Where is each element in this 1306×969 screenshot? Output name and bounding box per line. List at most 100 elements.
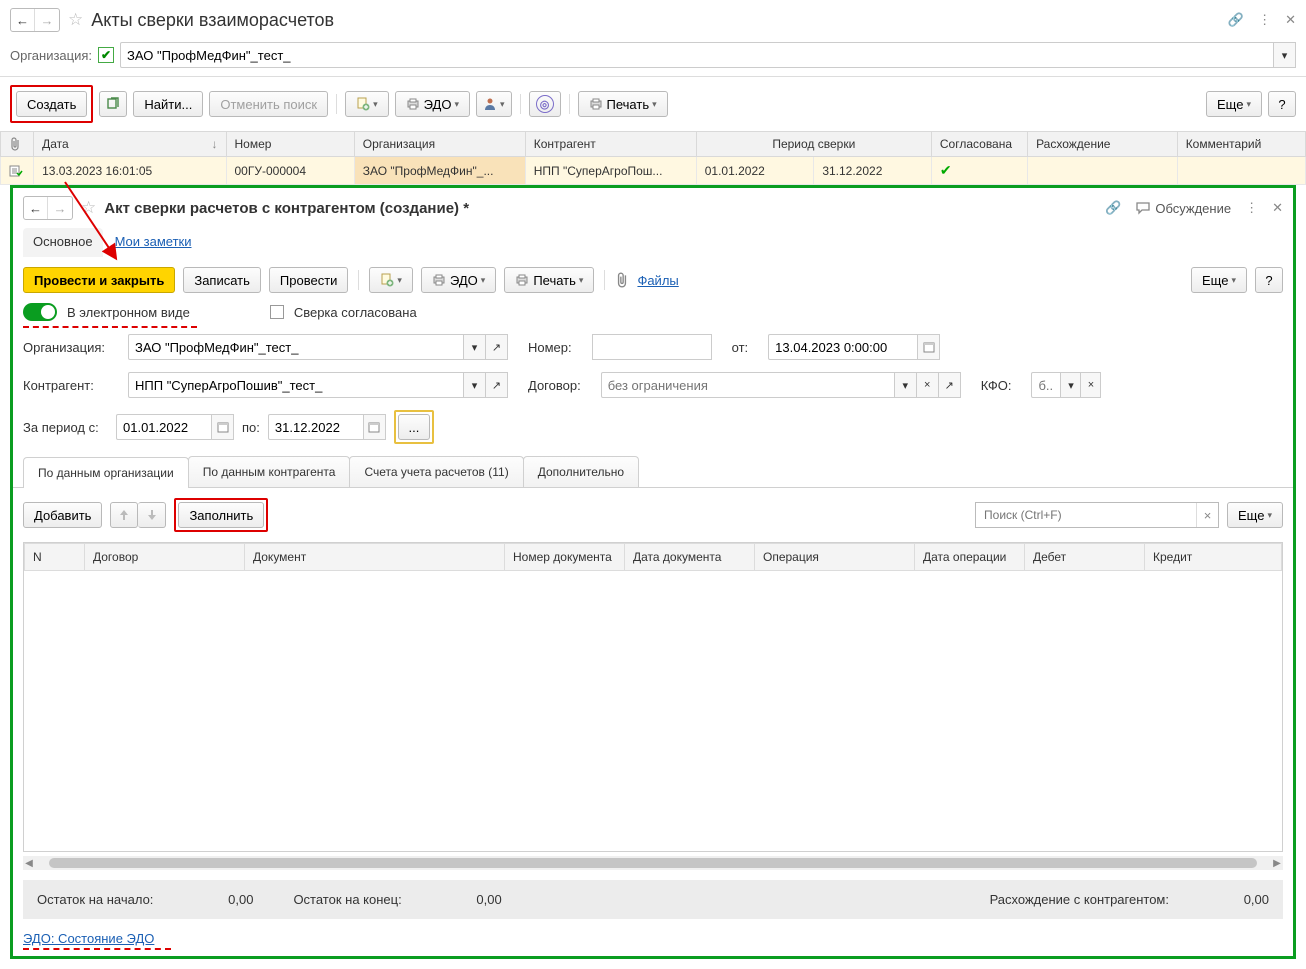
col-date[interactable]: Дата↓ <box>34 132 226 157</box>
kebab-icon[interactable]: ⋮ <box>1245 200 1258 216</box>
col-debit[interactable]: Дебет <box>1025 544 1145 571</box>
forward-icon[interactable]: → <box>35 9 59 31</box>
add-row-button[interactable]: Добавить <box>23 502 102 528</box>
number-input[interactable] <box>592 334 712 360</box>
period-picker-button[interactable]: ... <box>398 414 430 440</box>
tab-org-data[interactable]: По данным организации <box>23 457 189 488</box>
org-input[interactable] <box>128 334 464 360</box>
kebab-icon[interactable]: ⋮ <box>1258 12 1271 28</box>
clear-search-icon[interactable]: × <box>1196 503 1218 527</box>
more-button[interactable]: Еще▾ <box>1227 502 1283 528</box>
create-from-button[interactable]: ▾ <box>369 267 413 293</box>
post-button[interactable]: Провести <box>269 267 349 293</box>
table-row[interactable]: 13.03.2023 16:01:05 00ГУ-000004 ЗАО "Про… <box>1 157 1306 185</box>
link-icon[interactable]: 🔗 <box>1105 200 1121 216</box>
user-button[interactable]: ▾ <box>476 91 512 117</box>
edo-button[interactable]: ЭДО ▾ <box>395 91 470 117</box>
date-input[interactable] <box>768 334 918 360</box>
col-comment[interactable]: Комментарий <box>1177 132 1305 157</box>
help-button[interactable]: ? <box>1255 267 1283 293</box>
post-close-button[interactable]: Провести и закрыть <box>23 267 175 293</box>
more-button[interactable]: Еще▾ <box>1191 267 1247 293</box>
col-document[interactable]: Документ <box>245 544 505 571</box>
save-button[interactable]: Записать <box>183 267 261 293</box>
col-operation[interactable]: Операция <box>755 544 915 571</box>
org-dropdown[interactable] <box>120 42 1274 68</box>
edo-button[interactable]: ЭДО▾ <box>421 267 496 293</box>
col-approved[interactable]: Согласована <box>931 132 1027 157</box>
stamp-button[interactable]: ◎ <box>529 91 561 117</box>
period-from-input[interactable] <box>116 414 212 440</box>
calendar-icon[interactable] <box>364 414 386 440</box>
close-icon[interactable]: ✕ <box>1285 12 1296 28</box>
col-op-date[interactable]: Дата операции <box>915 544 1025 571</box>
col-number[interactable]: Номер <box>226 132 354 157</box>
print-button[interactable]: Печать▾ <box>504 267 594 293</box>
col-org[interactable]: Организация <box>354 132 525 157</box>
document-form-window: ← → ☆ Акт сверки расчетов с контрагентом… <box>10 185 1296 959</box>
calendar-icon[interactable] <box>918 334 940 360</box>
nav-back-forward[interactable]: ← → <box>10 8 60 32</box>
clear-icon[interactable]: × <box>1081 372 1101 398</box>
dropdown-chevron-icon[interactable]: ▾ <box>895 372 917 398</box>
scroll-left-icon[interactable]: ◀ <box>23 858 35 869</box>
attachment-column[interactable] <box>1 132 34 157</box>
print-button[interactable]: Печать ▾ <box>578 91 668 117</box>
forward-icon[interactable]: → <box>48 197 72 219</box>
nav-back-forward[interactable]: ← → <box>23 196 73 220</box>
move-up-button[interactable] <box>110 502 138 528</box>
create-button[interactable]: Создать <box>16 91 87 117</box>
dropdown-chevron-icon[interactable]: ▾ <box>464 372 486 398</box>
col-contract[interactable]: Договор <box>85 544 245 571</box>
open-ext-icon[interactable]: ↗ <box>486 334 508 360</box>
open-ext-icon[interactable]: ↗ <box>486 372 508 398</box>
tab-cp-data[interactable]: По данным контрагента <box>188 456 351 487</box>
dropdown-chevron-icon[interactable]: ▾ <box>1274 42 1296 68</box>
period-to-input[interactable] <box>268 414 364 440</box>
col-credit[interactable]: Кредит <box>1145 544 1282 571</box>
create-from-button[interactable]: ▾ <box>345 91 389 117</box>
col-n[interactable]: N <box>25 544 85 571</box>
empty-table-body[interactable] <box>24 571 1282 851</box>
tab-main[interactable]: Основное <box>23 228 103 257</box>
col-doc-number[interactable]: Номер документа <box>505 544 625 571</box>
contract-input[interactable] <box>601 372 895 398</box>
kfo-input[interactable] <box>1031 372 1061 398</box>
col-period[interactable]: Период сверки <box>696 132 931 157</box>
tab-accounts[interactable]: Счета учета расчетов (11) <box>349 456 523 487</box>
favorite-star-icon[interactable]: ☆ <box>68 10 83 30</box>
link-icon[interactable]: 🔗 <box>1228 12 1244 28</box>
move-down-button[interactable] <box>138 502 166 528</box>
col-counterparty[interactable]: Контрагент <box>525 132 696 157</box>
dropdown-chevron-icon[interactable]: ▾ <box>1061 372 1081 398</box>
fill-button[interactable]: Заполнить <box>178 502 264 528</box>
calendar-icon[interactable] <box>212 414 234 440</box>
find-button[interactable]: Найти... <box>133 91 203 117</box>
copy-button[interactable] <box>99 91 127 117</box>
favorite-star-icon[interactable]: ☆ <box>81 198 96 218</box>
help-button[interactable]: ? <box>1268 91 1296 117</box>
counterparty-input[interactable] <box>128 372 464 398</box>
open-ext-icon[interactable]: ↗ <box>939 372 961 398</box>
close-icon[interactable]: ✕ <box>1272 200 1283 216</box>
discussion-button[interactable]: Обсуждение <box>1135 201 1231 216</box>
tab-notes[interactable]: Мои заметки <box>105 228 202 257</box>
electronic-toggle[interactable] <box>23 303 57 321</box>
search-input[interactable] <box>976 503 1196 527</box>
back-icon[interactable]: ← <box>11 9 35 31</box>
files-link[interactable]: Файлы <box>637 273 678 288</box>
horizontal-scrollbar[interactable]: ◀ ▶ <box>23 856 1283 870</box>
tab-additional[interactable]: Дополнительно <box>523 456 639 487</box>
back-icon[interactable]: ← <box>24 197 48 219</box>
dropdown-chevron-icon[interactable]: ▾ <box>464 334 486 360</box>
org-checkbox[interactable]: ✔ <box>98 47 114 63</box>
divergence-value: 0,00 <box>1209 892 1269 907</box>
col-divergence[interactable]: Расхождение <box>1028 132 1178 157</box>
scroll-right-icon[interactable]: ▶ <box>1271 858 1283 869</box>
cancel-search-button[interactable]: Отменить поиск <box>209 91 328 117</box>
more-button[interactable]: Еще▾ <box>1206 91 1262 117</box>
scrollbar-thumb[interactable] <box>49 858 1257 868</box>
clear-icon[interactable]: × <box>917 372 939 398</box>
col-doc-date[interactable]: Дата документа <box>625 544 755 571</box>
approved-checkbox[interactable] <box>270 305 284 319</box>
